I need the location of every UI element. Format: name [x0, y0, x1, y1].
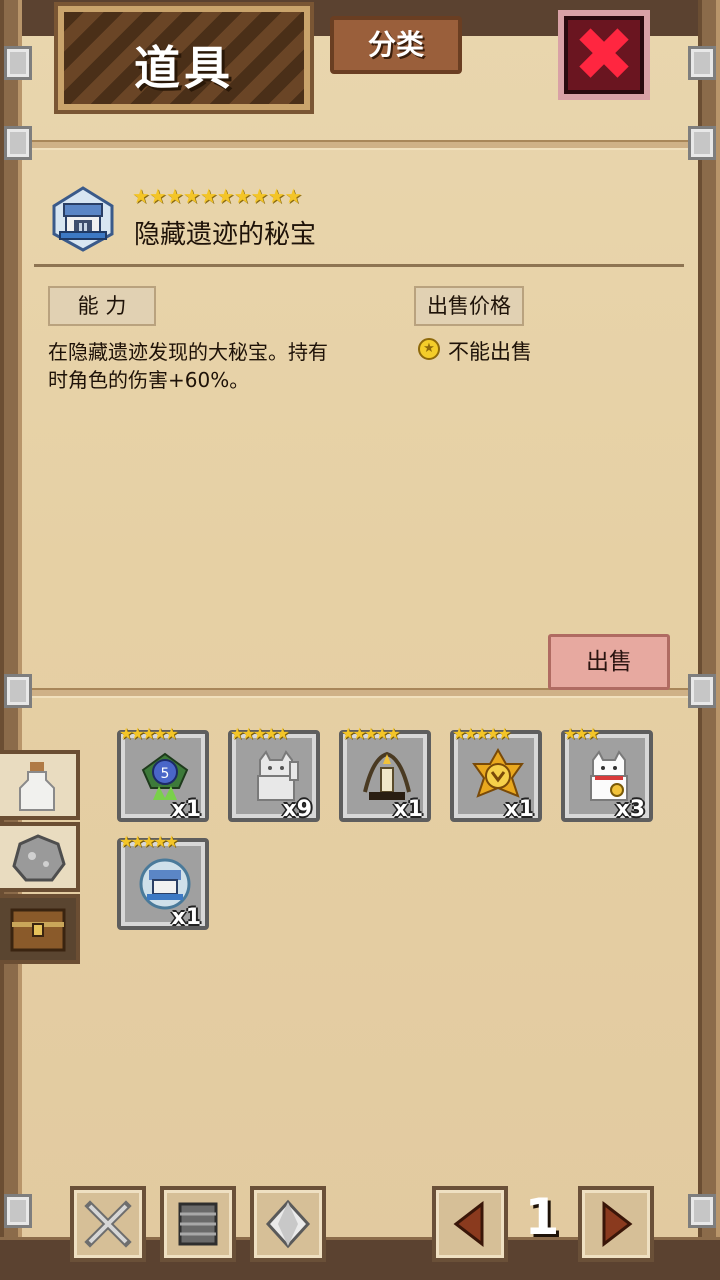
- slot-stars: ★★★★★: [119, 724, 179, 743]
- golden-medal-icon: [470, 748, 526, 804]
- page-number: 1: [524, 1188, 560, 1246]
- slot-count: x1: [504, 797, 535, 822]
- diamond-gem-icon: [265, 1199, 311, 1249]
- ability-tag: 能 力: [48, 286, 156, 326]
- slot-stars: ★★★★★: [452, 724, 512, 743]
- frame-corner: [688, 674, 716, 708]
- inventory-slot[interactable]: ★★★★★ x1: [339, 724, 431, 822]
- frame-corner: [688, 1194, 716, 1228]
- frame-divider-top: [30, 140, 690, 150]
- frame-corner: [4, 1194, 32, 1228]
- hidden-ruins-treasure-icon: [137, 856, 193, 912]
- sell-button[interactable]: 出售: [548, 634, 670, 690]
- item-name: 隐藏遗迹的秘宝: [134, 220, 317, 250]
- frame-corner: [4, 46, 32, 80]
- frame-corner: [688, 46, 716, 80]
- slot-stars: ★★★★★: [119, 832, 179, 851]
- slot-stars: ★★★★★: [341, 724, 401, 743]
- coin-icon: ★: [418, 338, 440, 360]
- slot-count: x1: [171, 905, 202, 930]
- next-page-button[interactable]: [578, 1186, 654, 1262]
- inventory-slot[interactable]: ★★★★★ x1: [450, 724, 542, 822]
- category-button[interactable]: 分类: [330, 16, 462, 74]
- title-plaque: 道具: [58, 6, 310, 110]
- slot-stars: ★★★★★: [230, 724, 290, 743]
- equipment-filter-button[interactable]: [70, 1186, 146, 1262]
- sell-price-value: 不能出售: [448, 340, 532, 364]
- treasure-chest-icon: [10, 908, 66, 952]
- close-icon: ✖: [572, 12, 635, 98]
- ore-rock-icon: [12, 834, 66, 882]
- inventory-slot[interactable]: ★★★★★ x9: [228, 724, 320, 822]
- arrow-right-icon: [602, 1200, 633, 1248]
- tab-materials[interactable]: [0, 822, 80, 892]
- item-description: 在隐藏遗迹发现的大秘宝。持有 时角色的伤害+60%。: [48, 338, 388, 394]
- frame-corner: [688, 126, 716, 160]
- inventory-slot[interactable]: ★★★ x3: [561, 724, 653, 822]
- lucky-cat-icon: [581, 748, 637, 804]
- sell-price-tag: 出售价格: [414, 286, 524, 326]
- white-lucky-cat-icon: [248, 748, 304, 804]
- description-line: 时角色的伤害+60%。: [48, 368, 250, 392]
- detail-divider: [34, 264, 684, 267]
- item-rarity-stars: ★★★★★★★★★★: [132, 184, 302, 208]
- tab-treasures[interactable]: [0, 894, 80, 964]
- crossed-swords-icon: [84, 1200, 132, 1248]
- close-button[interactable]: ✖: [558, 10, 650, 100]
- tab-consumables[interactable]: [0, 750, 80, 820]
- slot-stars: ★★★: [563, 724, 600, 743]
- previous-page-button[interactable]: [432, 1186, 508, 1262]
- blue-orb-relic-icon: 5: [137, 748, 193, 804]
- frame-corner: [4, 674, 32, 708]
- right-frame: [698, 0, 720, 1280]
- page-title: 道具: [134, 41, 234, 95]
- leaf-candle-relic-icon: [359, 748, 415, 804]
- arrow-left-icon: [453, 1200, 484, 1248]
- selected-item-icon: [50, 186, 116, 252]
- armor-filter-button[interactable]: [160, 1186, 236, 1262]
- chest-armor-icon: [178, 1202, 218, 1246]
- slot-count: x9: [282, 797, 313, 822]
- slot-count: x1: [393, 797, 424, 822]
- slot-count: x3: [615, 797, 646, 822]
- potion-bottle-icon: [19, 762, 55, 811]
- slot-count: x1: [171, 797, 202, 822]
- left-frame: [0, 0, 22, 1280]
- description-line: 在隐藏遗迹发现的大秘宝。持有: [48, 340, 328, 364]
- frame-corner: [4, 126, 32, 160]
- inventory-slot[interactable]: ★★★★★ x1: [117, 832, 209, 930]
- item-screen: 道具 分类 ✖ ★★★★★★★★★★ 隐藏遗迹的秘宝 能 力 在隐藏遗迹发现的大…: [0, 0, 720, 1280]
- svg-text:5: 5: [161, 766, 170, 782]
- inventory-slot[interactable]: 5 ★★★★★ x1: [117, 724, 209, 822]
- gem-filter-button[interactable]: [250, 1186, 326, 1262]
